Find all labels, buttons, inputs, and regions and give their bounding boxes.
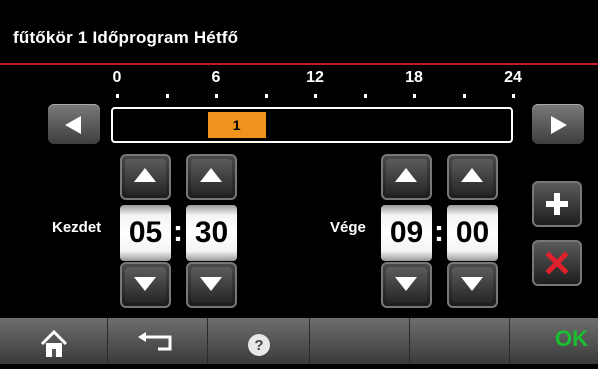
arrow-up-icon [395, 168, 417, 182]
delete-segment-button[interactable] [532, 240, 582, 286]
back-button[interactable] [108, 318, 208, 364]
end-separator: : [434, 215, 444, 248]
arrow-down-icon [134, 277, 156, 291]
help-button[interactable]: ? [208, 318, 310, 364]
end-minutes-up-button[interactable] [447, 154, 498, 200]
ok-button[interactable]: OK [510, 318, 598, 364]
end-minutes-down-button[interactable] [447, 262, 498, 308]
title-divider [0, 63, 598, 65]
empty-slot-1 [310, 318, 410, 364]
end-hours-value: 09 [381, 205, 432, 261]
next-day-button[interactable] [532, 104, 584, 144]
hour-label-6: 6 [211, 69, 221, 86]
start-minutes-up-button[interactable] [186, 154, 237, 200]
arrow-down-icon [461, 277, 483, 291]
start-label: Kezdet [52, 219, 102, 236]
hour-label-12: 12 [306, 69, 324, 86]
start-hours-up-button[interactable] [120, 154, 171, 200]
hour-tick [215, 94, 218, 98]
arrow-up-icon [200, 168, 222, 182]
end-minutes-value: 00 [447, 205, 498, 261]
hour-tick [512, 94, 515, 98]
empty-slot-2 [410, 318, 510, 364]
time-segment[interactable]: 1 [207, 112, 266, 138]
end-hours-down-button[interactable] [381, 262, 432, 308]
arrow-right-icon [551, 116, 567, 134]
day-timeline[interactable]: 1 [111, 107, 513, 143]
arrow-down-icon [395, 277, 417, 291]
hour-tick [165, 94, 169, 98]
home-icon [40, 329, 68, 357]
back-arrow-icon [138, 332, 172, 351]
hour-label-18: 18 [405, 69, 423, 86]
start-hours-down-button[interactable] [120, 262, 171, 308]
arrow-down-icon [200, 277, 222, 291]
ok-label: OK [555, 326, 588, 351]
arrow-up-icon [461, 168, 483, 182]
title-bar: fűtőkör 1 Időprogram Hétfő [0, 0, 598, 64]
hour-tick [363, 94, 367, 98]
end-hours-up-button[interactable] [381, 154, 432, 200]
start-separator: : [173, 215, 183, 248]
start-minutes-down-button[interactable] [186, 262, 237, 308]
hour-tick [264, 94, 268, 98]
help-icon: ? [248, 334, 270, 356]
start-minutes-value: 30 [186, 205, 237, 261]
hour-tick [462, 94, 466, 98]
page-title: fűtőkör 1 Időprogram Hétfő [13, 28, 239, 47]
home-button[interactable] [0, 318, 108, 364]
hour-label-24: 24 [504, 69, 522, 86]
hour-tick [413, 94, 416, 98]
x-icon [545, 251, 569, 275]
bottom-bar: ? OK [0, 318, 598, 364]
hour-label-0: 0 [112, 69, 122, 86]
add-segment-button[interactable] [532, 181, 582, 227]
end-label: Vége [330, 219, 366, 236]
start-hours-value: 05 [120, 205, 171, 261]
arrow-left-icon [65, 116, 81, 134]
hour-tick [116, 94, 119, 98]
arrow-up-icon [134, 168, 156, 182]
previous-day-button[interactable] [48, 104, 100, 144]
hour-tick [314, 94, 317, 98]
plus-icon [546, 193, 568, 215]
svg-text:?: ? [254, 337, 263, 354]
